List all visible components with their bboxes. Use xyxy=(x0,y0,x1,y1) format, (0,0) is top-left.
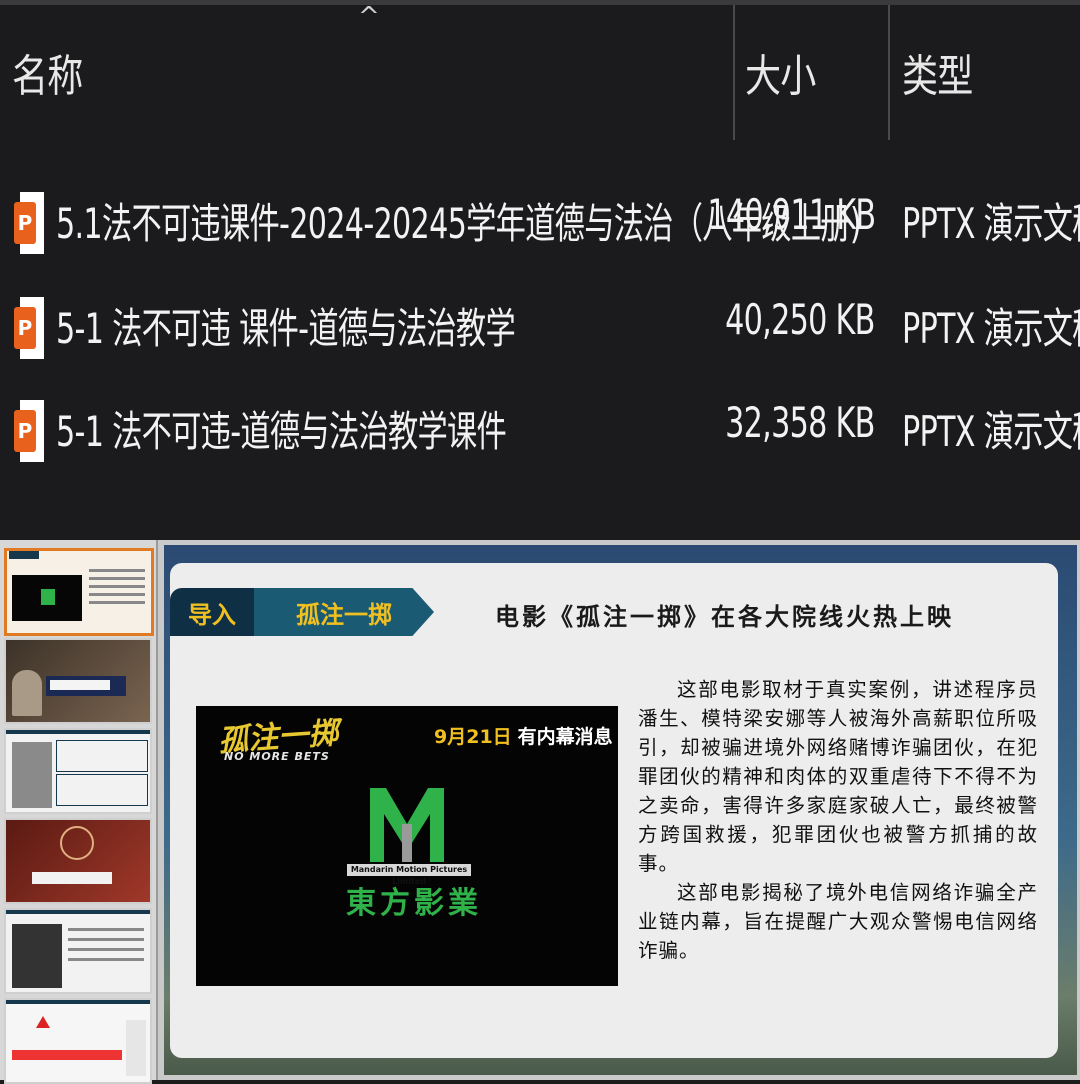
pptx-file-icon: P xyxy=(14,297,44,359)
movie-poster: 孤注一掷 NO MORE BETS 9月21日 有内幕消息 Mandarin Mo… xyxy=(196,706,618,986)
file-row[interactable]: P 5-1 法不可违-道德与法治教学课件 32,358 KB PPTX 演示文稿 xyxy=(0,388,1080,478)
sort-ascending-icon[interactable]: ^ xyxy=(358,2,380,32)
thumbnail-border xyxy=(6,730,150,734)
thumbnail-box xyxy=(56,774,148,806)
svg-text:P: P xyxy=(18,211,33,235)
thumbnail-image xyxy=(12,924,62,988)
file-type: PPTX 演示文稿 xyxy=(902,407,1080,456)
thumbnail-text-line xyxy=(89,569,145,572)
thumbnail-text-line xyxy=(68,958,144,961)
poster-company: Mandarin Motion Pictures Limited xyxy=(347,864,471,886)
thumbnail-text-line xyxy=(68,948,144,951)
file-type: PPTX 演示文稿 xyxy=(902,304,1080,353)
thumbnail-tag xyxy=(9,551,39,559)
slide-thumbnail[interactable] xyxy=(4,548,154,636)
thumbnail-text-line xyxy=(89,601,145,604)
slide-heading: 电影《孤注一掷》在各大院线火热上映 xyxy=(495,602,954,631)
poster-studio: 東方影業 xyxy=(346,886,482,921)
column-divider[interactable] xyxy=(733,5,735,140)
column-header-size[interactable]: 大小 xyxy=(745,40,816,104)
thumbnail-box xyxy=(56,740,148,772)
presentation-editor: 导入 孤注一掷 电影《孤注一掷》在各大院线火热上映 孤注一掷 NO MORE B… xyxy=(0,540,1080,1084)
slide-canvas[interactable]: 导入 孤注一掷 电影《孤注一掷》在各大院线火热上映 孤注一掷 NO MORE B… xyxy=(164,545,1077,1075)
warning-icon xyxy=(36,1016,50,1028)
slide-content-panel: 导入 孤注一掷 电影《孤注一掷》在各大院线火热上映 孤注一掷 NO MORE B… xyxy=(170,563,1058,1058)
thumbnail-border xyxy=(6,1000,150,1004)
thumbnail-logo xyxy=(41,589,55,605)
slide-thumbnail[interactable] xyxy=(4,908,152,994)
thumbnail-image xyxy=(12,742,52,808)
body-paragraph: 这部电影揭秘了境外电信网络诈骗全产业链内幕，旨在提醒广大观众警惕电信网络诈骗。 xyxy=(638,881,1038,962)
poster-date-value: 9月21日 xyxy=(434,726,512,748)
slide-body-text: 这部电影取材于真实案例，讲述程序员潘生、模特梁安娜等人被海外高薪职位所吸引，却被… xyxy=(638,675,1038,965)
thumbnail-arrow-bar xyxy=(12,1050,122,1060)
file-size: 32,358 KB xyxy=(725,398,875,447)
header-border xyxy=(0,0,1080,5)
body-paragraph: 这部电影取材于真实案例，讲述程序员潘生、模特梁安娜等人被海外高薪职位所吸引，却被… xyxy=(638,678,1038,875)
thumbnail-text-line xyxy=(89,577,145,580)
thumbnail-text-line xyxy=(89,593,145,596)
section-tag-intro: 导入 xyxy=(170,588,254,636)
slide-thumbnail[interactable] xyxy=(4,728,152,814)
thumbnail-emblem xyxy=(60,826,94,860)
column-header-name[interactable]: 名称 xyxy=(12,40,83,104)
file-size: 140,911 KB xyxy=(706,190,876,239)
svg-text:P: P xyxy=(18,419,33,443)
thumbnail-statue xyxy=(12,670,42,716)
studio-logo-icon xyxy=(370,788,444,862)
column-divider[interactable] xyxy=(888,5,890,140)
file-row[interactable]: P 5.1法不可违课件-2024-20245学年道德与法治（八年级上册) 140… xyxy=(0,180,1080,270)
thumbnail-title-text xyxy=(32,872,112,884)
file-row[interactable]: P 5-1 法不可违 课件-道德与法治教学 40,250 KB PPTX 演示文… xyxy=(0,285,1080,375)
pptx-file-icon: P xyxy=(14,192,44,254)
thumbnail-border xyxy=(6,910,150,914)
section-tag-topic: 孤注一掷 xyxy=(254,588,434,636)
thumbnail-text-line xyxy=(68,928,144,931)
poster-date: 9月21日 有内幕消息 xyxy=(434,722,613,749)
thumbnail-title-text xyxy=(50,680,110,690)
file-explorer: ^ 名称 大小 类型 P 5.1法不可违课件-2024-20245学年道德与法治… xyxy=(0,0,1080,540)
file-name: 5-1 法不可违 课件-道德与法治教学 xyxy=(56,304,516,353)
thumbnail-side-label xyxy=(126,1020,146,1076)
svg-text:P: P xyxy=(18,316,33,340)
poster-subtitle: NO MORE BETS xyxy=(224,750,330,763)
slide-thumbnail[interactable] xyxy=(4,638,152,724)
slide-thumbnail-pane[interactable] xyxy=(0,540,158,1084)
file-type: PPTX 演示文稿 xyxy=(902,199,1080,248)
slide-thumbnail[interactable] xyxy=(4,818,152,904)
column-header-type[interactable]: 类型 xyxy=(902,40,973,104)
slide-thumbnail[interactable] xyxy=(4,998,152,1084)
thumbnail-text-line xyxy=(89,585,145,588)
pptx-file-icon: P xyxy=(14,400,44,462)
file-size: 40,250 KB xyxy=(725,295,875,344)
poster-date-note: 有内幕消息 xyxy=(517,726,613,748)
thumbnail-text-line xyxy=(68,938,144,941)
file-name: 5-1 法不可违-道德与法治教学课件 xyxy=(56,407,507,456)
